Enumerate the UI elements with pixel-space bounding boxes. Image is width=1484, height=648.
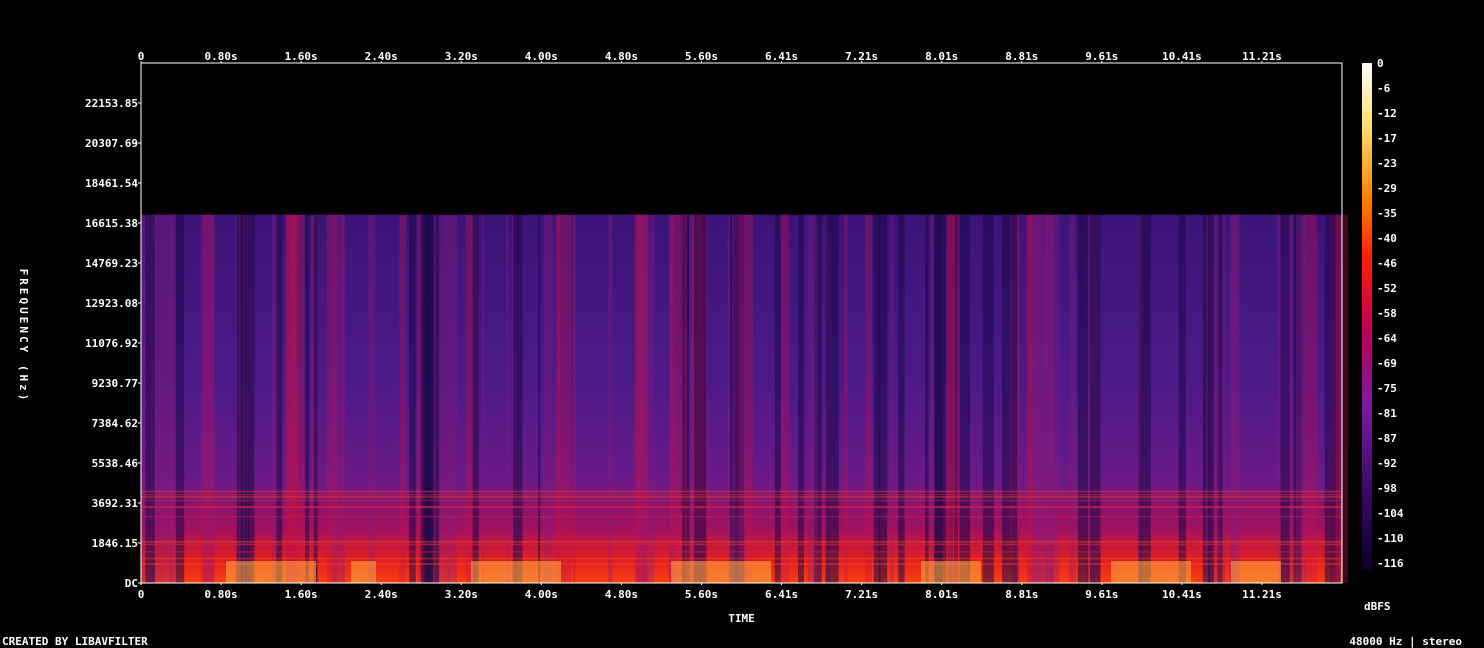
colorbar-tick-label: -104	[1377, 507, 1404, 520]
y-tick-label: 7384.62	[92, 417, 138, 430]
x-tick-label: 4.80s	[605, 588, 638, 601]
colorbar-tick-label: -92	[1377, 457, 1397, 470]
colorbar-tick-label: -6	[1377, 82, 1391, 95]
x-tick-label: 8.01s	[925, 588, 958, 601]
x-tick-label: 1.60s	[285, 588, 318, 601]
x-tick-label: 5.60s	[685, 588, 718, 601]
y-tick-label: 11076.92	[85, 337, 138, 350]
colorbar-strip	[1362, 63, 1372, 570]
y-tick-label: 14769.23	[85, 257, 138, 270]
x-tick-label: 3.20s	[445, 588, 478, 601]
x-axis-label: TIME	[728, 612, 755, 625]
colorbar-tick-label: -110	[1377, 532, 1404, 545]
x-tick-label: 8.01s	[925, 50, 958, 63]
colorbar: 0 -6 -12 -17 -23 -29 -35 -40 -46 -52 -58 -64 -69 -75 -…	[1362, 57, 1404, 613]
x-tick-label: 1.60s	[285, 50, 318, 63]
colorbar-tick-label: -98	[1377, 482, 1397, 495]
colorbar-tick-label: -64	[1377, 332, 1397, 345]
x-tick-label: 10.41s	[1162, 588, 1202, 601]
x-tick-label: 2.40s	[365, 50, 398, 63]
x-tick-label: 0	[138, 588, 145, 601]
x-tick-label: 7.21s	[845, 50, 878, 63]
colorbar-tick-label: -87	[1377, 432, 1397, 445]
x-tick-label: 11.21s	[1242, 50, 1282, 63]
x-tick-label: 0.80s	[205, 50, 238, 63]
y-tick-label: 3692.31	[92, 497, 139, 510]
y-tick-label: 22153.85	[85, 97, 138, 110]
x-tick-label: 8.81s	[1005, 50, 1038, 63]
x-tick-label: 4.00s	[525, 50, 558, 63]
colorbar-tick-label: -23	[1377, 157, 1397, 170]
colorbar-label: dBFS	[1364, 600, 1391, 613]
colorbar-tick-label: -69	[1377, 357, 1397, 370]
colorbar-tick-label: -81	[1377, 407, 1397, 420]
x-tick-label: 6.41s	[765, 50, 798, 63]
x-tick-label: 4.00s	[525, 588, 558, 601]
x-tick-label: 6.41s	[765, 588, 798, 601]
colorbar-tick-label: -40	[1377, 232, 1397, 245]
x-tick-label: 2.40s	[365, 588, 398, 601]
colorbar-tick-label: -35	[1377, 207, 1397, 220]
x-tick-label: 0	[138, 50, 145, 63]
colorbar-tick-label: -75	[1377, 382, 1397, 395]
colorbar-tick-label: -12	[1377, 107, 1397, 120]
spectrogram-plot	[140, 62, 1348, 584]
colorbar-tick-label: -17	[1377, 132, 1397, 145]
y-axis-label: FREQUENCY (Hz)	[17, 269, 30, 404]
colorbar-tick-label: -46	[1377, 257, 1397, 270]
y-tick-label: 12923.08	[85, 297, 138, 310]
y-tick-label: 9230.77	[92, 377, 138, 390]
spectrogram-chart: 0 0 0.80s 0.80s 1.60s 1.60s 2.40s 2.40s 3.20s 3.2…	[17, 50, 1404, 625]
colorbar-tick-label: -52	[1377, 282, 1397, 295]
y-tick-label: 18461.54	[85, 177, 138, 190]
x-tick-label: 7.21s	[845, 588, 878, 601]
colorbar-tick-label: -116	[1377, 557, 1404, 570]
x-tick-label: 9.61s	[1085, 588, 1118, 601]
y-tick-label: DC	[125, 577, 138, 590]
x-tick-label: 5.60s	[685, 50, 718, 63]
footer-credit: CREATED BY LIBAVFILTER	[2, 635, 148, 648]
x-tick-label: 8.81s	[1005, 588, 1038, 601]
x-tick-label: 11.21s	[1242, 588, 1282, 601]
y-tick-label: 1846.15	[92, 537, 138, 550]
footer-sample-info: 48000 Hz | stereo	[1349, 635, 1462, 648]
x-tick-label: 9.61s	[1085, 50, 1118, 63]
x-tick-label: 3.20s	[445, 50, 478, 63]
y-tick-label: 16615.38	[85, 217, 138, 230]
colorbar-tick-label: -29	[1377, 182, 1397, 195]
x-tick-label: 10.41s	[1162, 50, 1202, 63]
y-tick-label: 5538.46	[92, 457, 139, 470]
x-tick-label: 4.80s	[605, 50, 638, 63]
y-tick-label: 20307.69	[85, 137, 138, 150]
colorbar-tick-label: -58	[1377, 307, 1397, 320]
colorbar-tick-label: 0	[1377, 57, 1384, 70]
x-tick-label: 0.80s	[205, 588, 238, 601]
